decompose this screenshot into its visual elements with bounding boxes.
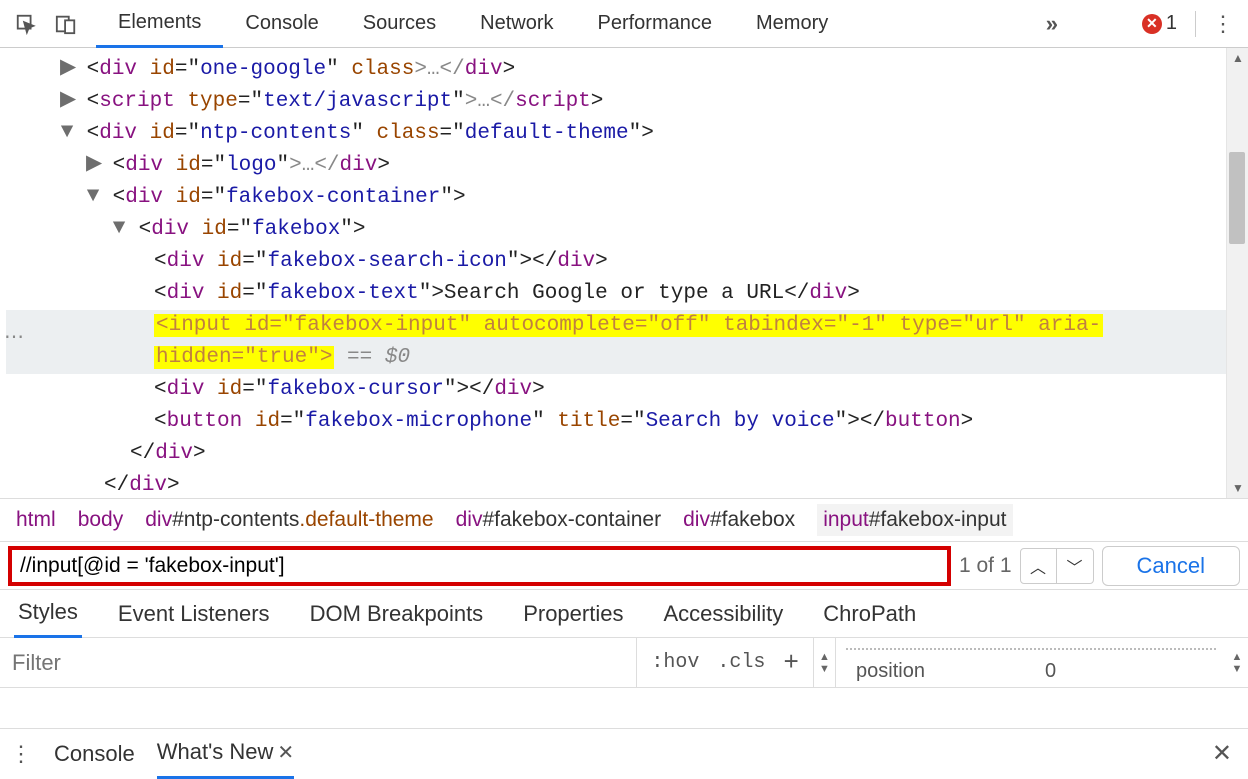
class-toggle[interactable]: .cls: [717, 651, 765, 674]
cancel-button[interactable]: Cancel: [1102, 546, 1240, 586]
search-match-count: 1 of 1: [959, 554, 1012, 578]
scroll-thumb[interactable]: [1229, 152, 1245, 244]
device-toggle-icon[interactable]: [46, 4, 86, 44]
filter-input[interactable]: [0, 638, 637, 687]
tree-row[interactable]: ▼ <div id="fakebox">: [6, 214, 1226, 246]
styles-tab-bar: Styles Event Listeners DOM Breakpoints P…: [0, 590, 1248, 638]
tab-performance[interactable]: Performance: [576, 0, 735, 48]
more-tabs-icon[interactable]: »: [1032, 4, 1072, 44]
box-value: 0: [1045, 660, 1056, 683]
drawer-tab-whatsnew[interactable]: What's New ✕: [157, 729, 294, 779]
dotted-separator: [846, 648, 1216, 650]
box-label: position: [856, 660, 925, 683]
search-nav: ︿ ﹀: [1020, 548, 1094, 584]
crumb-selected[interactable]: input#fakebox-input: [817, 504, 1012, 536]
search-input-highlight: [8, 546, 951, 586]
expand-arrow-icon[interactable]: ▶: [86, 149, 100, 181]
tree-row[interactable]: ▼ <div id="fakebox-container">: [6, 182, 1226, 214]
expand-arrow-icon[interactable]: ▶: [60, 53, 74, 85]
search-input[interactable]: [12, 554, 947, 578]
scroll-up-icon[interactable]: ▲: [1227, 48, 1248, 68]
drawer-close-icon[interactable]: ✕: [1212, 739, 1232, 768]
collapse-arrow-icon[interactable]: ▼: [112, 213, 126, 245]
tree-row[interactable]: ▶ <div id="logo">…</div>: [6, 150, 1226, 182]
scroll-down-icon[interactable]: ▼: [1227, 478, 1248, 498]
tree-row-selected[interactable]: hidden="true"> == $0: [6, 342, 1226, 374]
close-icon[interactable]: ✕: [277, 740, 294, 765]
tab-console[interactable]: Console: [223, 0, 340, 48]
tree-row[interactable]: </div>: [6, 470, 1226, 498]
collapse-arrow-icon[interactable]: ▼: [60, 117, 74, 149]
stab-chropath[interactable]: ChroPath: [819, 590, 920, 638]
collapse-arrow-icon[interactable]: ▼: [86, 181, 100, 213]
search-match: <input id="fakebox-input" autocomplete="…: [154, 314, 1103, 337]
tab-memory[interactable]: Memory: [734, 0, 850, 48]
elements-tree-panel: ⋯ ▶ <div id="one-google" class>…</div> ▶…: [0, 48, 1248, 498]
add-rule-icon[interactable]: +: [783, 648, 799, 678]
tree-row[interactable]: <button id="fakebox-microphone" title="S…: [6, 406, 1226, 438]
drawer: ⋮ Console What's New ✕ ✕: [0, 728, 1248, 778]
drawer-tab-console[interactable]: Console: [54, 729, 135, 779]
dollar-zero: == $0: [334, 346, 410, 369]
search-prev-icon[interactable]: ︿: [1021, 549, 1057, 583]
tree-row[interactable]: <div id="fakebox-search-icon"></div>: [6, 246, 1226, 278]
error-count: 1: [1166, 12, 1177, 35]
styles-filter-row: :hov .cls + ▲▼ position 0 ▲▼: [0, 638, 1248, 688]
breadcrumb: html body div#ntp-contents.default-theme…: [0, 498, 1248, 542]
stab-accessibility[interactable]: Accessibility: [659, 590, 787, 638]
stepper-right[interactable]: ▲▼: [1226, 638, 1248, 687]
hover-toggle[interactable]: :hov: [651, 651, 699, 674]
search-next-icon[interactable]: ﹀: [1057, 549, 1093, 583]
stab-dom-breakpoints[interactable]: DOM Breakpoints: [306, 590, 488, 638]
gutter-more-icon[interactable]: ⋯: [4, 324, 24, 349]
crumb-fakebox[interactable]: div#fakebox: [683, 508, 795, 532]
tab-network[interactable]: Network: [458, 0, 575, 48]
error-icon: ✕: [1142, 14, 1162, 34]
box-model-preview: position 0: [836, 638, 1226, 687]
tree-row[interactable]: <div id="fakebox-text">Search Google or …: [6, 278, 1226, 310]
style-tools: :hov .cls +: [637, 638, 814, 687]
tree-row[interactable]: </div>: [6, 438, 1226, 470]
separator: [1195, 11, 1196, 37]
drawer-kebab-icon[interactable]: ⋮: [10, 741, 32, 767]
tree-row[interactable]: <div id="fakebox-cursor"></div>: [6, 374, 1226, 406]
search-match: hidden="true">: [154, 346, 334, 369]
tree-row[interactable]: ▶ <div id="one-google" class>…</div>: [6, 54, 1226, 86]
stab-event-listeners[interactable]: Event Listeners: [114, 590, 274, 638]
dom-tree[interactable]: ▶ <div id="one-google" class>…</div> ▶ <…: [0, 48, 1226, 498]
tree-row-selected[interactable]: <input id="fakebox-input" autocomplete="…: [6, 310, 1226, 342]
search-bar: 1 of 1 ︿ ﹀ Cancel: [0, 542, 1248, 590]
scrollbar[interactable]: ▲ ▼: [1226, 48, 1248, 498]
stab-properties[interactable]: Properties: [519, 590, 627, 638]
devtools-toolbar: Elements Console Sources Network Perform…: [0, 0, 1248, 48]
stepper[interactable]: ▲▼: [814, 638, 836, 687]
crumb-ntp[interactable]: div#ntp-contents.default-theme: [145, 508, 433, 532]
stab-styles[interactable]: Styles: [14, 590, 82, 638]
settings-kebab-icon[interactable]: ⋮: [1204, 11, 1242, 37]
error-badge[interactable]: ✕ 1: [1132, 12, 1187, 35]
tree-row[interactable]: ▶ <script type="text/javascript">…</scri…: [6, 86, 1226, 118]
expand-arrow-icon[interactable]: ▶: [60, 85, 74, 117]
crumb-fakebox-container[interactable]: div#fakebox-container: [456, 508, 661, 532]
tab-sources[interactable]: Sources: [341, 0, 458, 48]
tree-row[interactable]: ▼ <div id="ntp-contents" class="default-…: [6, 118, 1226, 150]
tab-elements[interactable]: Elements: [96, 0, 223, 48]
crumb-html[interactable]: html: [16, 508, 56, 532]
crumb-body[interactable]: body: [78, 508, 124, 532]
inspect-icon[interactable]: [6, 4, 46, 44]
